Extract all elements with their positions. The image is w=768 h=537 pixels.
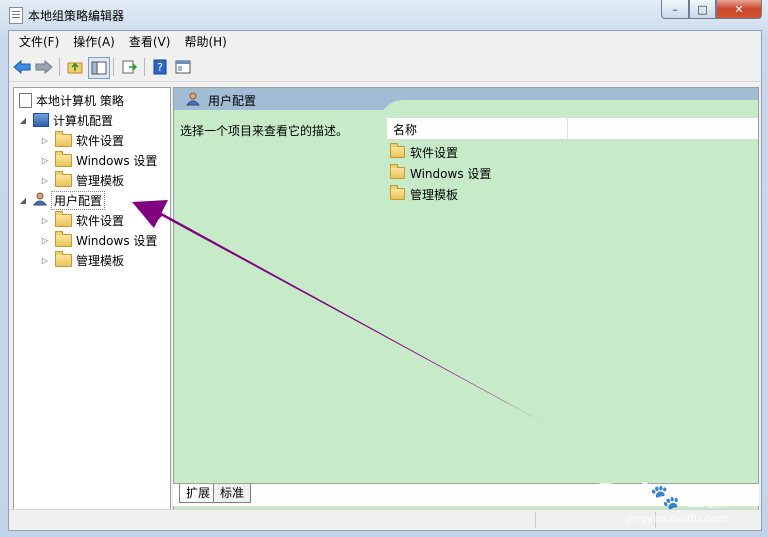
window-controls: – □ ✕ xyxy=(661,0,762,20)
toolbar-separator xyxy=(113,58,114,76)
tree-item-label: Windows 设置 xyxy=(76,233,158,248)
toolbar-separator xyxy=(144,58,145,76)
watermark-logo: Bai🐾经验 xyxy=(596,478,728,513)
folder-icon xyxy=(55,230,72,247)
tree-item-software-settings[interactable]: ▷ 软件设置 xyxy=(40,130,124,150)
maximize-button[interactable]: □ xyxy=(689,0,716,19)
tree-item-label: 软件设置 xyxy=(76,133,125,148)
tree-item-user-config[interactable]: ◢ 用户配置 xyxy=(18,190,106,210)
watermark-url: jingyan.baidu.com xyxy=(626,512,728,525)
app-window: 本地组策略编辑器 – □ ✕ 文件(F) 操作(A) 查看(V) 帮助(H) ?… xyxy=(0,0,768,537)
help-icon[interactable]: ? xyxy=(150,57,170,77)
paw-icon: 🐾 xyxy=(650,483,680,511)
folder-icon xyxy=(390,143,405,158)
policy-editor-icon xyxy=(9,7,23,24)
collapsed-triangle-icon[interactable]: ▷ xyxy=(40,156,50,165)
collapsed-triangle-icon[interactable]: ▷ xyxy=(40,236,50,245)
tree-item-windows-settings[interactable]: ▷ Windows 设置 xyxy=(40,150,157,170)
details-header-title: 用户配置 xyxy=(208,94,257,108)
close-button[interactable]: ✕ xyxy=(716,0,762,19)
tree-root[interactable]: 本地计算机 策略 xyxy=(17,90,124,110)
list-item[interactable]: 软件设置 xyxy=(390,142,458,162)
tree-item-admin-templates[interactable]: ▷ 管理模板 xyxy=(40,170,124,190)
description-text: 选择一个项目来查看它的描述。 xyxy=(180,124,349,138)
collapsed-triangle-icon[interactable]: ▷ xyxy=(40,176,50,185)
collapsed-triangle-icon[interactable]: ▷ xyxy=(40,136,50,145)
tree-root-label: 本地计算机 策略 xyxy=(36,93,124,108)
up-folder-icon[interactable] xyxy=(65,57,85,77)
collapsed-triangle-icon[interactable]: ▷ xyxy=(40,256,50,265)
folder-icon xyxy=(55,150,72,167)
folder-icon xyxy=(55,210,72,227)
user-icon xyxy=(185,92,201,109)
list-item-label: 管理模板 xyxy=(410,187,459,202)
list-item[interactable]: Windows 设置 xyxy=(390,163,491,183)
tab-standard[interactable]: 标准 xyxy=(213,484,252,503)
collapsed-triangle-icon[interactable]: ▷ xyxy=(40,216,50,225)
tree-pane[interactable]: 本地计算机 策略 ◢ 计算机配置 ▷ 软件设置 ▷ Windows 设置 ▷ 管… xyxy=(13,87,171,510)
client-area: 文件(F) 操作(A) 查看(V) 帮助(H) ? 本地计算机 策略 ◢ 计算机… xyxy=(8,30,762,531)
folder-icon xyxy=(55,170,72,187)
folder-icon xyxy=(390,164,405,179)
user-icon xyxy=(32,192,48,209)
list-item-label: Windows 设置 xyxy=(410,166,492,181)
back-icon[interactable] xyxy=(12,57,32,77)
properties-icon[interactable] xyxy=(173,57,193,77)
title-bar[interactable]: 本地组策略编辑器 – □ ✕ xyxy=(0,0,768,30)
tree-item-label: Windows 设置 xyxy=(76,153,158,168)
tree-item-label: 计算机配置 xyxy=(53,113,114,128)
tree-item-windows-settings[interactable]: ▷ Windows 设置 xyxy=(40,230,157,250)
menu-file[interactable]: 文件(F) xyxy=(9,31,66,53)
watermark: Bai🐾经验 jingyan.baidu.com xyxy=(596,478,728,526)
folder-icon xyxy=(55,250,72,267)
tree-item-label: 管理模板 xyxy=(76,173,125,188)
menu-view[interactable]: 查看(V) xyxy=(122,31,178,53)
export-list-icon[interactable] xyxy=(119,57,139,77)
list-column-header[interactable]: 名称 xyxy=(387,118,758,140)
tab-extended[interactable]: 扩展 xyxy=(179,484,218,503)
column-divider[interactable] xyxy=(567,118,568,139)
window-title: 本地组策略编辑器 xyxy=(28,9,125,23)
tree-item-label: 管理模板 xyxy=(76,253,125,268)
details-pane: 用户配置 选择一个项目来查看它的描述。 名称 软件设置 Windows 设置 管… xyxy=(173,87,759,510)
toolbar: ? xyxy=(9,53,761,82)
column-header-name[interactable]: 名称 xyxy=(393,121,417,138)
folder-icon xyxy=(55,130,72,147)
status-divider xyxy=(535,512,536,528)
expanded-triangle-icon[interactable]: ◢ xyxy=(18,196,28,205)
minimize-button[interactable]: – xyxy=(661,0,689,19)
expanded-triangle-icon[interactable]: ◢ xyxy=(18,116,28,125)
policy-doc-icon xyxy=(19,92,32,108)
svg-text:?: ? xyxy=(157,61,163,74)
list-item-label: 软件设置 xyxy=(410,145,459,160)
tree-item-admin-templates[interactable]: ▷ 管理模板 xyxy=(40,250,124,270)
tree-item-software-settings[interactable]: ▷ 软件设置 xyxy=(40,210,124,230)
tree-item-label: 软件设置 xyxy=(76,213,125,228)
folder-icon xyxy=(390,185,405,200)
list-item[interactable]: 管理模板 xyxy=(390,184,458,204)
show-hide-tree-icon[interactable] xyxy=(88,57,110,79)
tree-item-computer-config[interactable]: ◢ 计算机配置 xyxy=(18,110,113,130)
tree-item-label: 用户配置 xyxy=(51,190,106,210)
forward-icon[interactable] xyxy=(34,57,54,77)
menu-help[interactable]: 帮助(H) xyxy=(177,31,233,53)
computer-icon xyxy=(33,113,49,127)
menu-action[interactable]: 操作(A) xyxy=(66,31,122,53)
menu-bar: 文件(F) 操作(A) 查看(V) 帮助(H) xyxy=(9,31,761,53)
toolbar-separator xyxy=(59,58,60,76)
